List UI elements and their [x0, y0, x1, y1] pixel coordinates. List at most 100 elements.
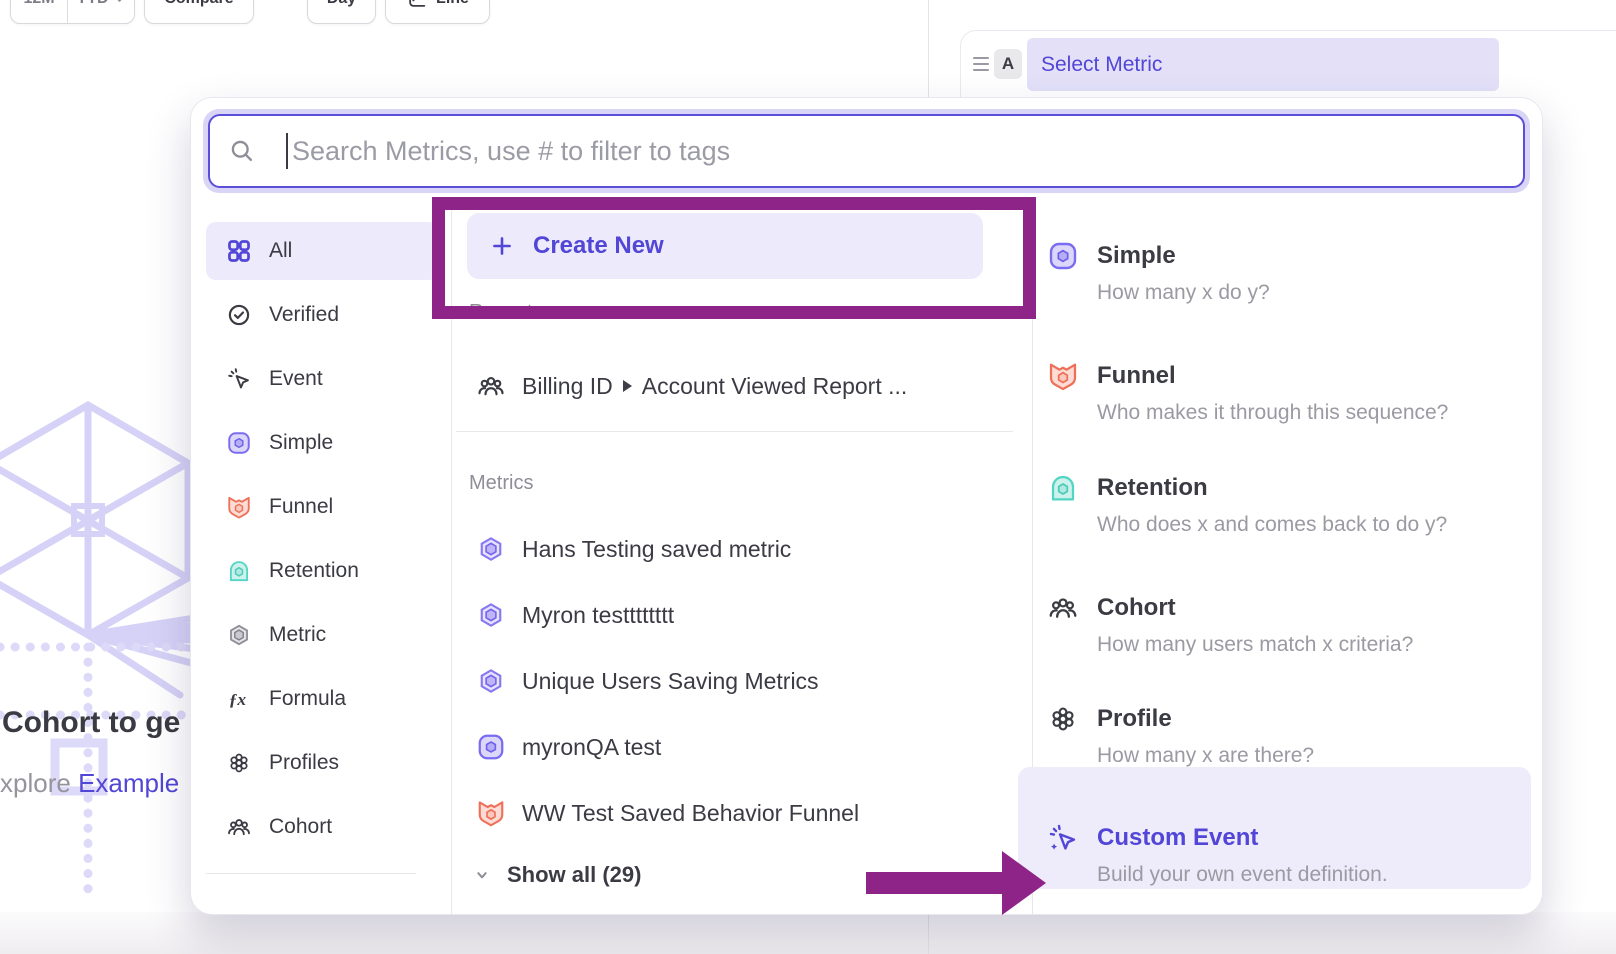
- filter-label: Simple: [269, 431, 333, 455]
- simple-metric-icon: [476, 732, 506, 762]
- simple-metric-icon: [226, 430, 252, 456]
- filter-verified[interactable]: Verified: [206, 283, 439, 347]
- subtext-prefix: xplore: [0, 768, 71, 798]
- filter-formula[interactable]: ƒx Formula: [206, 667, 439, 731]
- event-cursor-icon: [226, 366, 252, 392]
- filter-funnel[interactable]: Funnel: [206, 475, 439, 539]
- search-placeholder: Search Metrics, use # to filter to tags: [292, 136, 730, 167]
- recent-item[interactable]: Billing ID Account Viewed Report ...: [476, 360, 907, 412]
- drag-handle-icon[interactable]: [973, 57, 989, 71]
- funnel-metric-icon: [1047, 360, 1079, 392]
- profiles-cluster-icon: [1047, 703, 1079, 735]
- chevron-down-icon: [471, 864, 493, 886]
- type-title: Custom Event: [1097, 822, 1388, 854]
- line-chart-icon: [406, 0, 428, 10]
- metric-list-item[interactable]: Myron testttttttt: [476, 589, 674, 641]
- type-profile[interactable]: Profile How many x are there?: [1047, 703, 1314, 768]
- empty-state-subtext: xplore Example: [0, 768, 179, 799]
- filter-profiles[interactable]: Profiles: [206, 731, 439, 795]
- simple-metric-icon: [1047, 240, 1079, 272]
- metric-list-item[interactable]: Hans Testing saved metric: [476, 523, 791, 575]
- filter-label: Verified: [269, 303, 339, 327]
- compare-button[interactable]: Compare: [144, 0, 254, 24]
- metric-name: Hans Testing saved metric: [522, 536, 791, 563]
- series-a-badge: A: [994, 49, 1022, 79]
- show-all-label: Show all (29): [507, 862, 641, 888]
- type-simple[interactable]: Simple How many x do y?: [1047, 240, 1270, 305]
- type-desc: How many x are there?: [1097, 744, 1314, 768]
- annotation-highlight-box: [432, 197, 1036, 319]
- app-root: 12M YTD Compare Day Line: [0, 0, 1616, 954]
- type-title: Cohort: [1097, 592, 1413, 624]
- chart-type-button[interactable]: Line: [385, 0, 490, 24]
- filter-simple[interactable]: Simple: [206, 411, 439, 475]
- type-desc: How many users match x criteria?: [1097, 633, 1413, 657]
- type-title: Profile: [1097, 703, 1314, 735]
- saved-metric-icon: [476, 534, 506, 564]
- filter-label: Profiles: [269, 751, 339, 775]
- metric-name: Myron testttttttt: [522, 602, 674, 629]
- metric-name: Unique Users Saving Metrics: [522, 668, 819, 695]
- filter-all[interactable]: All: [206, 222, 439, 280]
- example-link[interactable]: Example: [78, 768, 179, 798]
- saved-metric-icon: [476, 666, 506, 696]
- annotation-arrow: [860, 845, 1060, 920]
- cohort-people-icon: [476, 371, 506, 401]
- type-cohort[interactable]: Cohort How many users match x criteria?: [1047, 592, 1413, 657]
- filter-label: Cohort: [269, 815, 332, 839]
- date-range-group: 12M YTD: [10, 0, 135, 24]
- type-desc: How many x do y?: [1097, 281, 1270, 305]
- type-retention[interactable]: Retention Who does x and comes back to d…: [1047, 472, 1447, 537]
- chart-type-label: Line: [436, 0, 469, 8]
- metric-list-item[interactable]: myronQA test: [476, 721, 661, 773]
- type-funnel[interactable]: Funnel Who makes it through this sequenc…: [1047, 360, 1448, 425]
- type-desc: Who does x and comes back to do y?: [1097, 513, 1447, 537]
- bottom-strip: [0, 912, 1616, 954]
- filter-cohort[interactable]: Cohort: [206, 795, 439, 859]
- funnel-metric-icon: [226, 494, 252, 520]
- recent-item-cohort: Billing ID: [522, 373, 613, 400]
- filter-label: Funnel: [269, 495, 333, 519]
- svg-text:ƒx: ƒx: [229, 690, 247, 709]
- range-12m-label: 12M: [23, 0, 54, 8]
- filter-label: Retention: [269, 559, 359, 583]
- retention-metric-icon: [226, 558, 252, 584]
- funnel-metric-icon: [476, 798, 506, 828]
- empty-state-headline: Cohort to ge: [2, 706, 180, 740]
- filter-tags[interactable]: Tags: [206, 898, 439, 915]
- filter-retention[interactable]: Retention: [206, 539, 439, 603]
- text-cursor: [286, 133, 288, 169]
- sidebar-divider: [206, 873, 416, 874]
- show-all-button[interactable]: Show all (29): [471, 860, 641, 890]
- retention-metric-icon: [1047, 472, 1079, 504]
- filter-label: Formula: [269, 687, 346, 711]
- saved-metric-icon: [476, 600, 506, 630]
- compare-label: Compare: [164, 0, 233, 8]
- search-input[interactable]: Search Metrics, use # to filter to tags: [208, 114, 1525, 188]
- range-ytd-label: YTD: [77, 0, 109, 8]
- recent-item-name: Account Viewed Report ...: [642, 373, 908, 400]
- metric-list-item[interactable]: WW Test Saved Behavior Funnel: [476, 787, 859, 839]
- filter-sidebar: All Verified Event: [206, 219, 439, 874]
- section-divider: [456, 431, 1013, 432]
- type-title: Simple: [1097, 240, 1270, 272]
- filter-label: Event: [269, 367, 323, 391]
- cohort-people-icon: [226, 814, 252, 840]
- metric-list-item[interactable]: Unique Users Saving Metrics: [476, 655, 819, 707]
- range-12m-button[interactable]: 12M: [11, 0, 67, 23]
- type-custom-event[interactable]: Custom Event Build your own event defini…: [1047, 822, 1388, 887]
- filter-metric[interactable]: Metric: [206, 603, 439, 667]
- metric-name: WW Test Saved Behavior Funnel: [522, 800, 859, 827]
- select-metric-button[interactable]: Select Metric: [1027, 38, 1499, 91]
- caret-right-icon: [623, 380, 632, 392]
- type-desc: Build your own event definition.: [1097, 863, 1388, 887]
- formula-icon: ƒx: [226, 686, 252, 712]
- filter-label: All: [269, 239, 292, 263]
- granularity-button[interactable]: Day: [307, 0, 376, 24]
- type-desc: Who makes it through this sequence?: [1097, 401, 1448, 425]
- type-title: Funnel: [1097, 360, 1448, 392]
- metrics-header: Metrics: [469, 472, 533, 495]
- range-ytd-button[interactable]: YTD: [68, 0, 134, 23]
- profiles-cluster-icon: [226, 750, 252, 776]
- filter-event[interactable]: Event: [206, 347, 439, 411]
